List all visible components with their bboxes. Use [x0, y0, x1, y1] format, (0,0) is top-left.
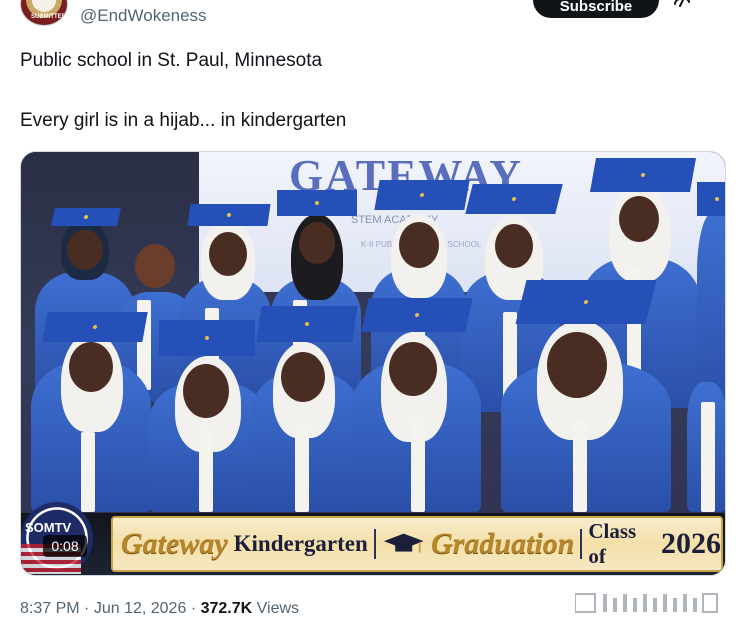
author-handle[interactable]: @EndWokeness [80, 6, 207, 26]
banner-year: 2026 [661, 527, 721, 560]
video-player[interactable]: GATEWAY STEM ACADEMY K-8 PUBLIC CHARTER … [20, 151, 726, 576]
student-figure [351, 298, 481, 512]
post-text-line-1: Public school in St. Paul, Minnesota [20, 50, 323, 71]
banner-word-gateway: Gateway [121, 527, 228, 560]
student-figure [251, 306, 361, 512]
graduation-cap-icon [383, 533, 424, 553]
banner-divider [580, 529, 583, 559]
post-meta: 8:37 PM · Jun 12, 2026 · 372.7K Views [20, 600, 299, 618]
grok-icon[interactable] [672, 0, 692, 8]
subscribe-button[interactable]: Subscribe [533, 0, 659, 18]
student-figure [31, 302, 151, 512]
banner-word-kindergarten: Kindergarten [233, 531, 368, 556]
post-text-line-2: Every girl is in a hijab... in kindergar… [20, 110, 347, 131]
views-count: 372.7K [200, 600, 253, 617]
watermark-icon [575, 593, 718, 613]
meta-separator: · [84, 600, 90, 617]
student-figure [501, 280, 671, 512]
video-duration: 0:08 [43, 535, 87, 557]
banner-divider [373, 529, 376, 559]
student-figure [697, 182, 725, 412]
post-time[interactable]: 8:37 PM [20, 600, 80, 617]
post-header: SUBMITTED @EndWokeness Subscribe [0, 0, 744, 36]
views-label: Views [256, 600, 300, 617]
banner-word-graduation: Graduation [431, 527, 575, 560]
meta-separator: · [190, 600, 197, 617]
seal-avatar-icon[interactable]: SUBMITTED [20, 0, 68, 26]
banner-class-label: Class of [588, 519, 637, 568]
channel-name: SOMTV [25, 520, 72, 535]
graduation-banner: Gateway Kindergarten Graduation Class of… [111, 516, 723, 572]
post-date[interactable]: Jun 12, 2026 [94, 600, 187, 617]
student-figure [687, 382, 725, 512]
avatar-ring-text: SUBMITTED [31, 14, 66, 20]
